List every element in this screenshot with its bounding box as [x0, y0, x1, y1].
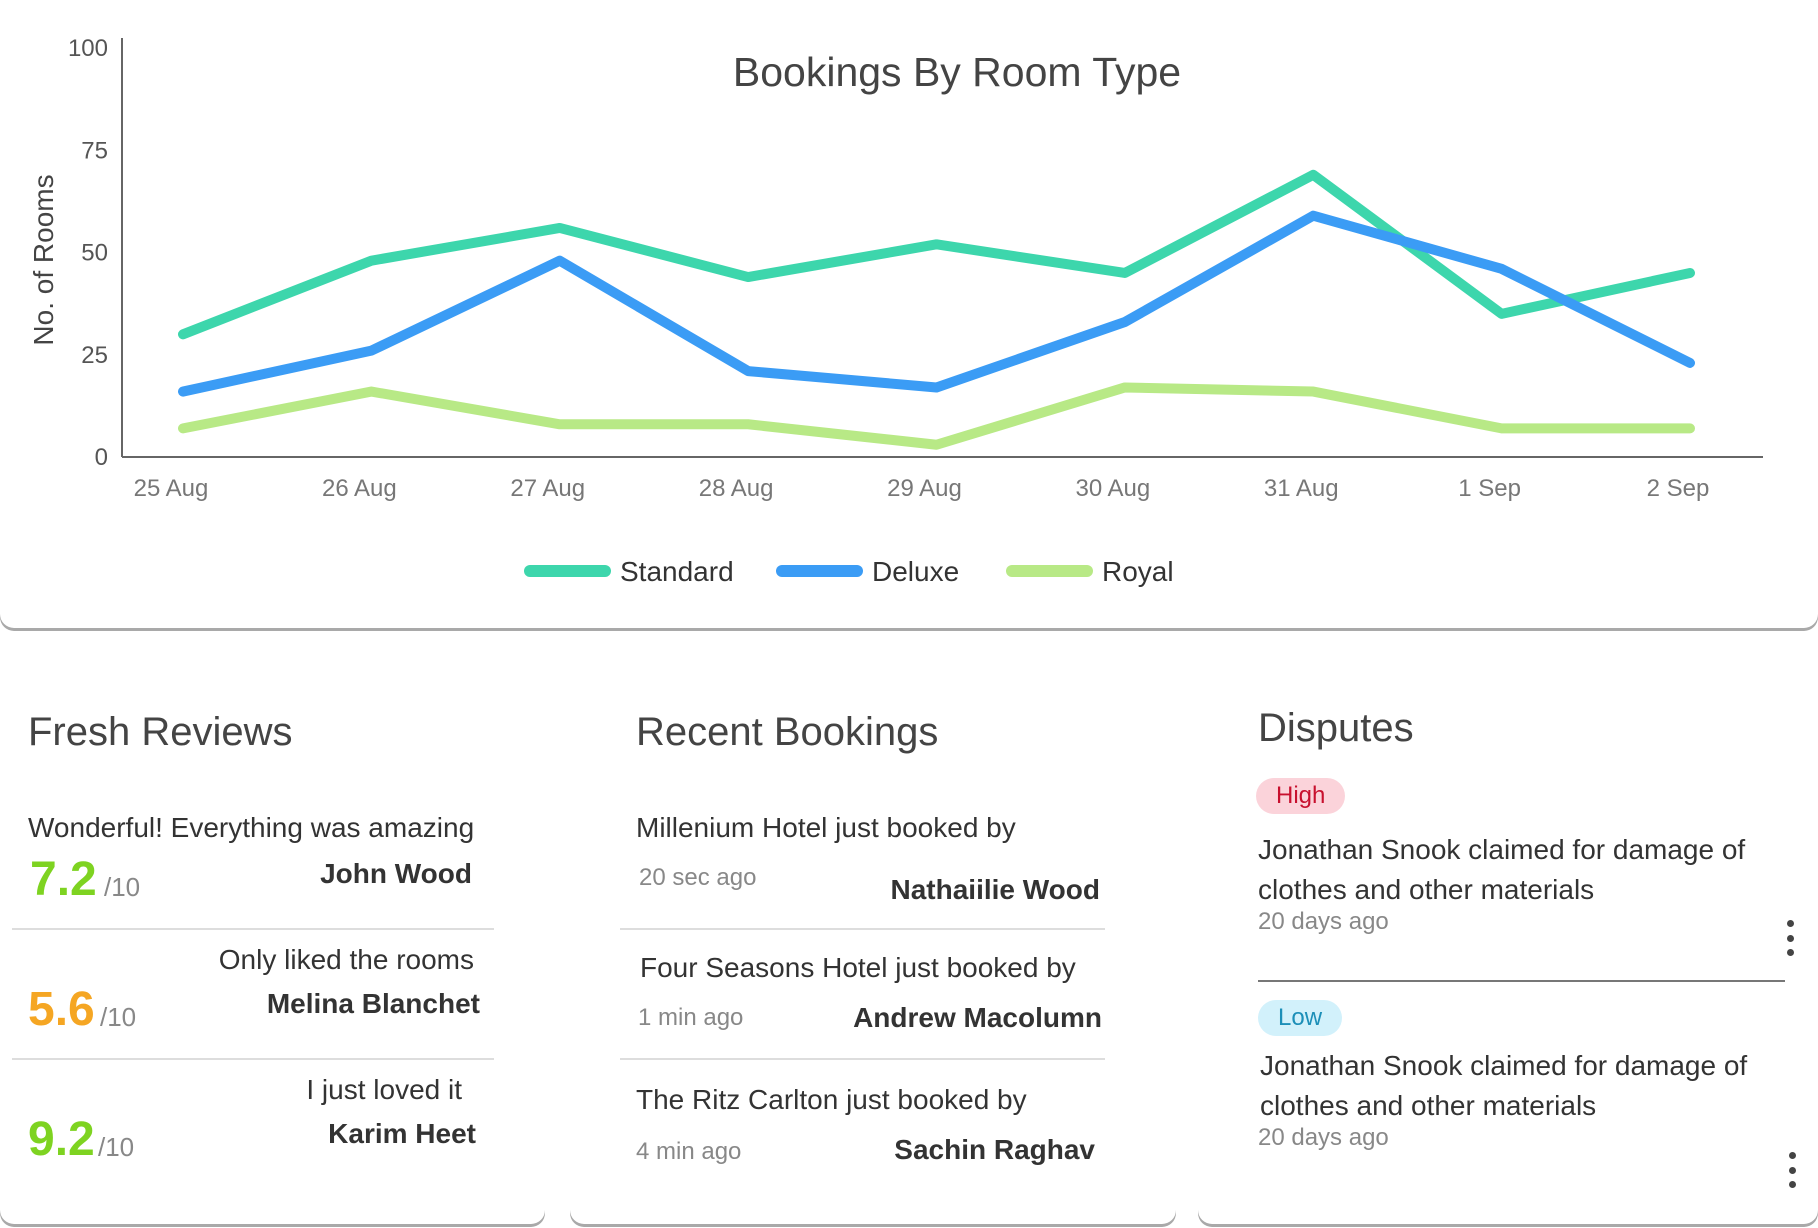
review-out-of: /10: [100, 1002, 137, 1032]
reviewer-name: Karim Heet: [328, 1118, 476, 1149]
fresh-reviews-title: Fresh Reviews: [28, 710, 293, 754]
reviewer-name: Melina Blanchet: [266, 988, 480, 1019]
more-vertical-icon[interactable]: [1780, 920, 1800, 956]
y-tick-label: 75: [81, 137, 108, 164]
disputes-title: Disputes: [1258, 706, 1414, 750]
y-tick-label: 50: [81, 240, 108, 267]
chart-legend: Standard Deluxe Royal: [524, 556, 1174, 587]
review-score: 5.6: [28, 983, 95, 1036]
booking-text: Millenium Hotel just booked by: [636, 812, 1016, 843]
dispute-time: 20 days ago: [1258, 1124, 1389, 1151]
review-out-of: /10: [98, 1132, 135, 1162]
review-text: I just loved it: [306, 1074, 462, 1105]
reviewer-name: John Wood: [320, 858, 472, 889]
x-tick-label: 25 Aug: [134, 475, 209, 502]
x-tick-group: 25 Aug 26 Aug 27 Aug 28 Aug 29 Aug 30 Aug 31 A…: [134, 475, 1710, 502]
legend-label: Deluxe: [872, 556, 959, 587]
dispute-time: 20 days ago: [1258, 908, 1389, 935]
dispute-text: Jonathan Snook claimed for damage of clo…: [1258, 834, 1746, 905]
priority-badge: Low: [1258, 1000, 1343, 1036]
x-tick-label: 31 Aug: [1264, 475, 1339, 502]
review-item[interactable]: I just loved it 9.2 /10 Karim Heet: [12, 1060, 494, 1190]
legend-label: Standard: [620, 556, 734, 587]
booker-name: Andrew Macolumn: [853, 1002, 1102, 1033]
more-vertical-icon[interactable]: [1782, 1152, 1802, 1188]
dispute-text: Jonathan Snook claimed for damage of clo…: [1260, 1050, 1748, 1121]
review-score: 7.2: [30, 853, 97, 906]
bookings-chart: Bookings By Room Type No. of Rooms 0 25 50…: [28, 35, 1763, 587]
review-item[interactable]: Wonderful! Everything was amazing 7.2 /1…: [12, 800, 494, 930]
bookings-chart-card: Bookings By Room Type No. of Rooms 0 25 50…: [0, 0, 1818, 628]
x-tick-label: 26 Aug: [322, 475, 397, 502]
booking-item[interactable]: Four Seasons Hotel just booked by 1 min …: [620, 930, 1105, 1060]
series-line-royal: [178, 382, 1695, 450]
review-text: Only liked the rooms: [218, 944, 474, 975]
recent-bookings-title: Recent Bookings: [636, 710, 939, 754]
booking-time: 4 min ago: [636, 1138, 742, 1165]
chart-title: Bookings By Room Type: [733, 49, 1181, 95]
x-tick-label: 29 Aug: [887, 475, 962, 502]
booker-name: Nathaiilie Wood: [890, 874, 1101, 905]
booking-text: Four Seasons Hotel just booked by: [640, 952, 1076, 983]
legend-label: Royal: [1102, 556, 1174, 587]
x-tick-label: 30 Aug: [1076, 475, 1151, 502]
booking-time: 1 min ago: [638, 1004, 744, 1031]
recent-bookings-card: Recent Bookings Millenium Hotel just boo…: [570, 660, 1176, 1224]
x-tick-label: 28 Aug: [699, 475, 774, 502]
priority-badge: High: [1256, 778, 1346, 814]
booking-item[interactable]: Millenium Hotel just booked by 20 sec ag…: [620, 800, 1105, 930]
review-score: 9.2: [28, 1113, 95, 1166]
x-tick-label: 2 Sep: [1647, 475, 1710, 502]
booking-text: The Ritz Carlton just booked by: [636, 1084, 1027, 1115]
y-tick-label: 100: [68, 35, 108, 62]
y-tick-label: 0: [95, 444, 108, 471]
booking-time: 20 sec ago: [639, 864, 757, 891]
x-tick-label: 27 Aug: [510, 475, 585, 502]
booker-name: Sachin Raghav: [894, 1134, 1095, 1165]
y-axis-title: No. of Rooms: [28, 174, 59, 345]
review-out-of: /10: [104, 872, 141, 902]
review-text: Wonderful! Everything was amazing: [28, 812, 475, 843]
y-tick-group: 0 25 50 75 100: [68, 35, 108, 471]
review-item[interactable]: Only liked the rooms 5.6 /10 Melina Blan…: [12, 930, 494, 1060]
disputes-card: Disputes High Jonathan Snook claimed for…: [1198, 660, 1818, 1224]
fresh-reviews-card: Fresh Reviews Wonderful! Everything was …: [0, 660, 545, 1224]
y-tick-label: 25: [81, 342, 108, 369]
x-tick-label: 1 Sep: [1458, 475, 1521, 502]
booking-item[interactable]: The Ritz Carlton just booked by 4 min ag…: [620, 1060, 1105, 1190]
series-group: [178, 169, 1695, 450]
divider: [1258, 980, 1785, 982]
